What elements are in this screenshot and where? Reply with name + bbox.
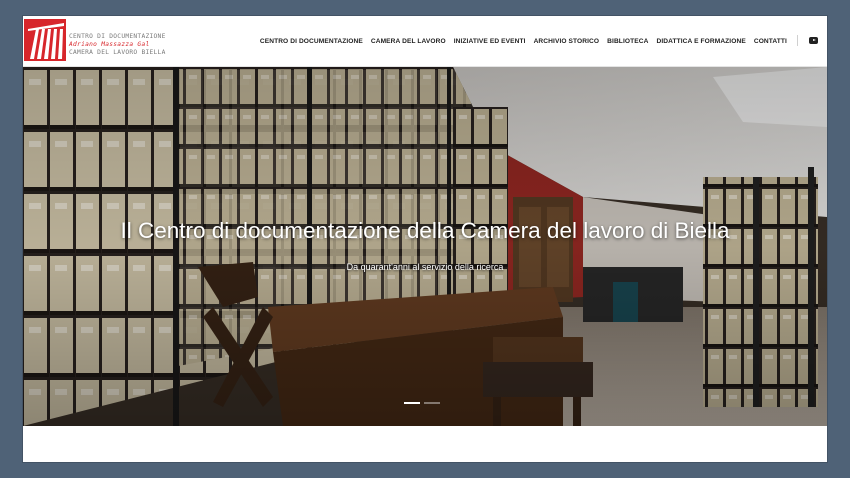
nav-item-didattica-e-formazione[interactable]: DIDATTICA E FORMAZIONE xyxy=(656,38,745,45)
logo-wordmark: CENTRO DI DOCUMENTAZIONE Adriano Massazz… xyxy=(69,33,166,57)
page-content-area xyxy=(23,426,827,462)
hero-slider: Il Centro di documentazione della Camera… xyxy=(23,67,827,426)
slider-dot-2[interactable] xyxy=(424,402,440,404)
youtube-icon[interactable] xyxy=(809,37,818,44)
hero-title: Il Centro di documentazione della Camera… xyxy=(120,218,730,243)
hero-subtitle: Da quarant'anni al servizio della ricerc… xyxy=(346,262,504,272)
main-navigation: CENTRO DI DOCUMENTAZIONE CAMERA DEL LAVO… xyxy=(260,35,787,47)
nav-divider xyxy=(797,35,798,46)
hero-archive-photo xyxy=(23,67,827,426)
logo-line-2: Adriano Massazza Gal xyxy=(69,41,150,48)
logo-columns-icon xyxy=(24,19,66,61)
nav-item-iniziative-ed-eventi[interactable]: INIZIATIVE ED EVENTI xyxy=(454,38,526,45)
nav-item-archivio-storico[interactable]: ARCHIVIO STORICO xyxy=(534,38,600,45)
slider-dot-1[interactable] xyxy=(404,402,420,404)
logo-line-3: CAMERA DEL LAVORO BIELLA xyxy=(69,49,166,56)
browser-page: CENTRO DI DOCUMENTAZIONE Adriano Massazz… xyxy=(23,16,827,462)
logo-line-1: CENTRO DI DOCUMENTAZIONE xyxy=(69,33,166,40)
nav-item-contatti[interactable]: CONTATTI xyxy=(754,38,787,45)
slider-pagination xyxy=(404,402,440,404)
nav-item-biblioteca[interactable]: BIBLIOTECA xyxy=(607,38,648,45)
nav-item-camera-del-lavoro[interactable]: CAMERA DEL LAVORO xyxy=(371,38,446,45)
nav-item-centro-di-documentazione[interactable]: CENTRO DI DOCUMENTAZIONE xyxy=(260,38,363,45)
site-logo[interactable]: CENTRO DI DOCUMENTAZIONE Adriano Massazz… xyxy=(24,19,174,61)
site-header: CENTRO DI DOCUMENTAZIONE Adriano Massazz… xyxy=(23,16,827,67)
